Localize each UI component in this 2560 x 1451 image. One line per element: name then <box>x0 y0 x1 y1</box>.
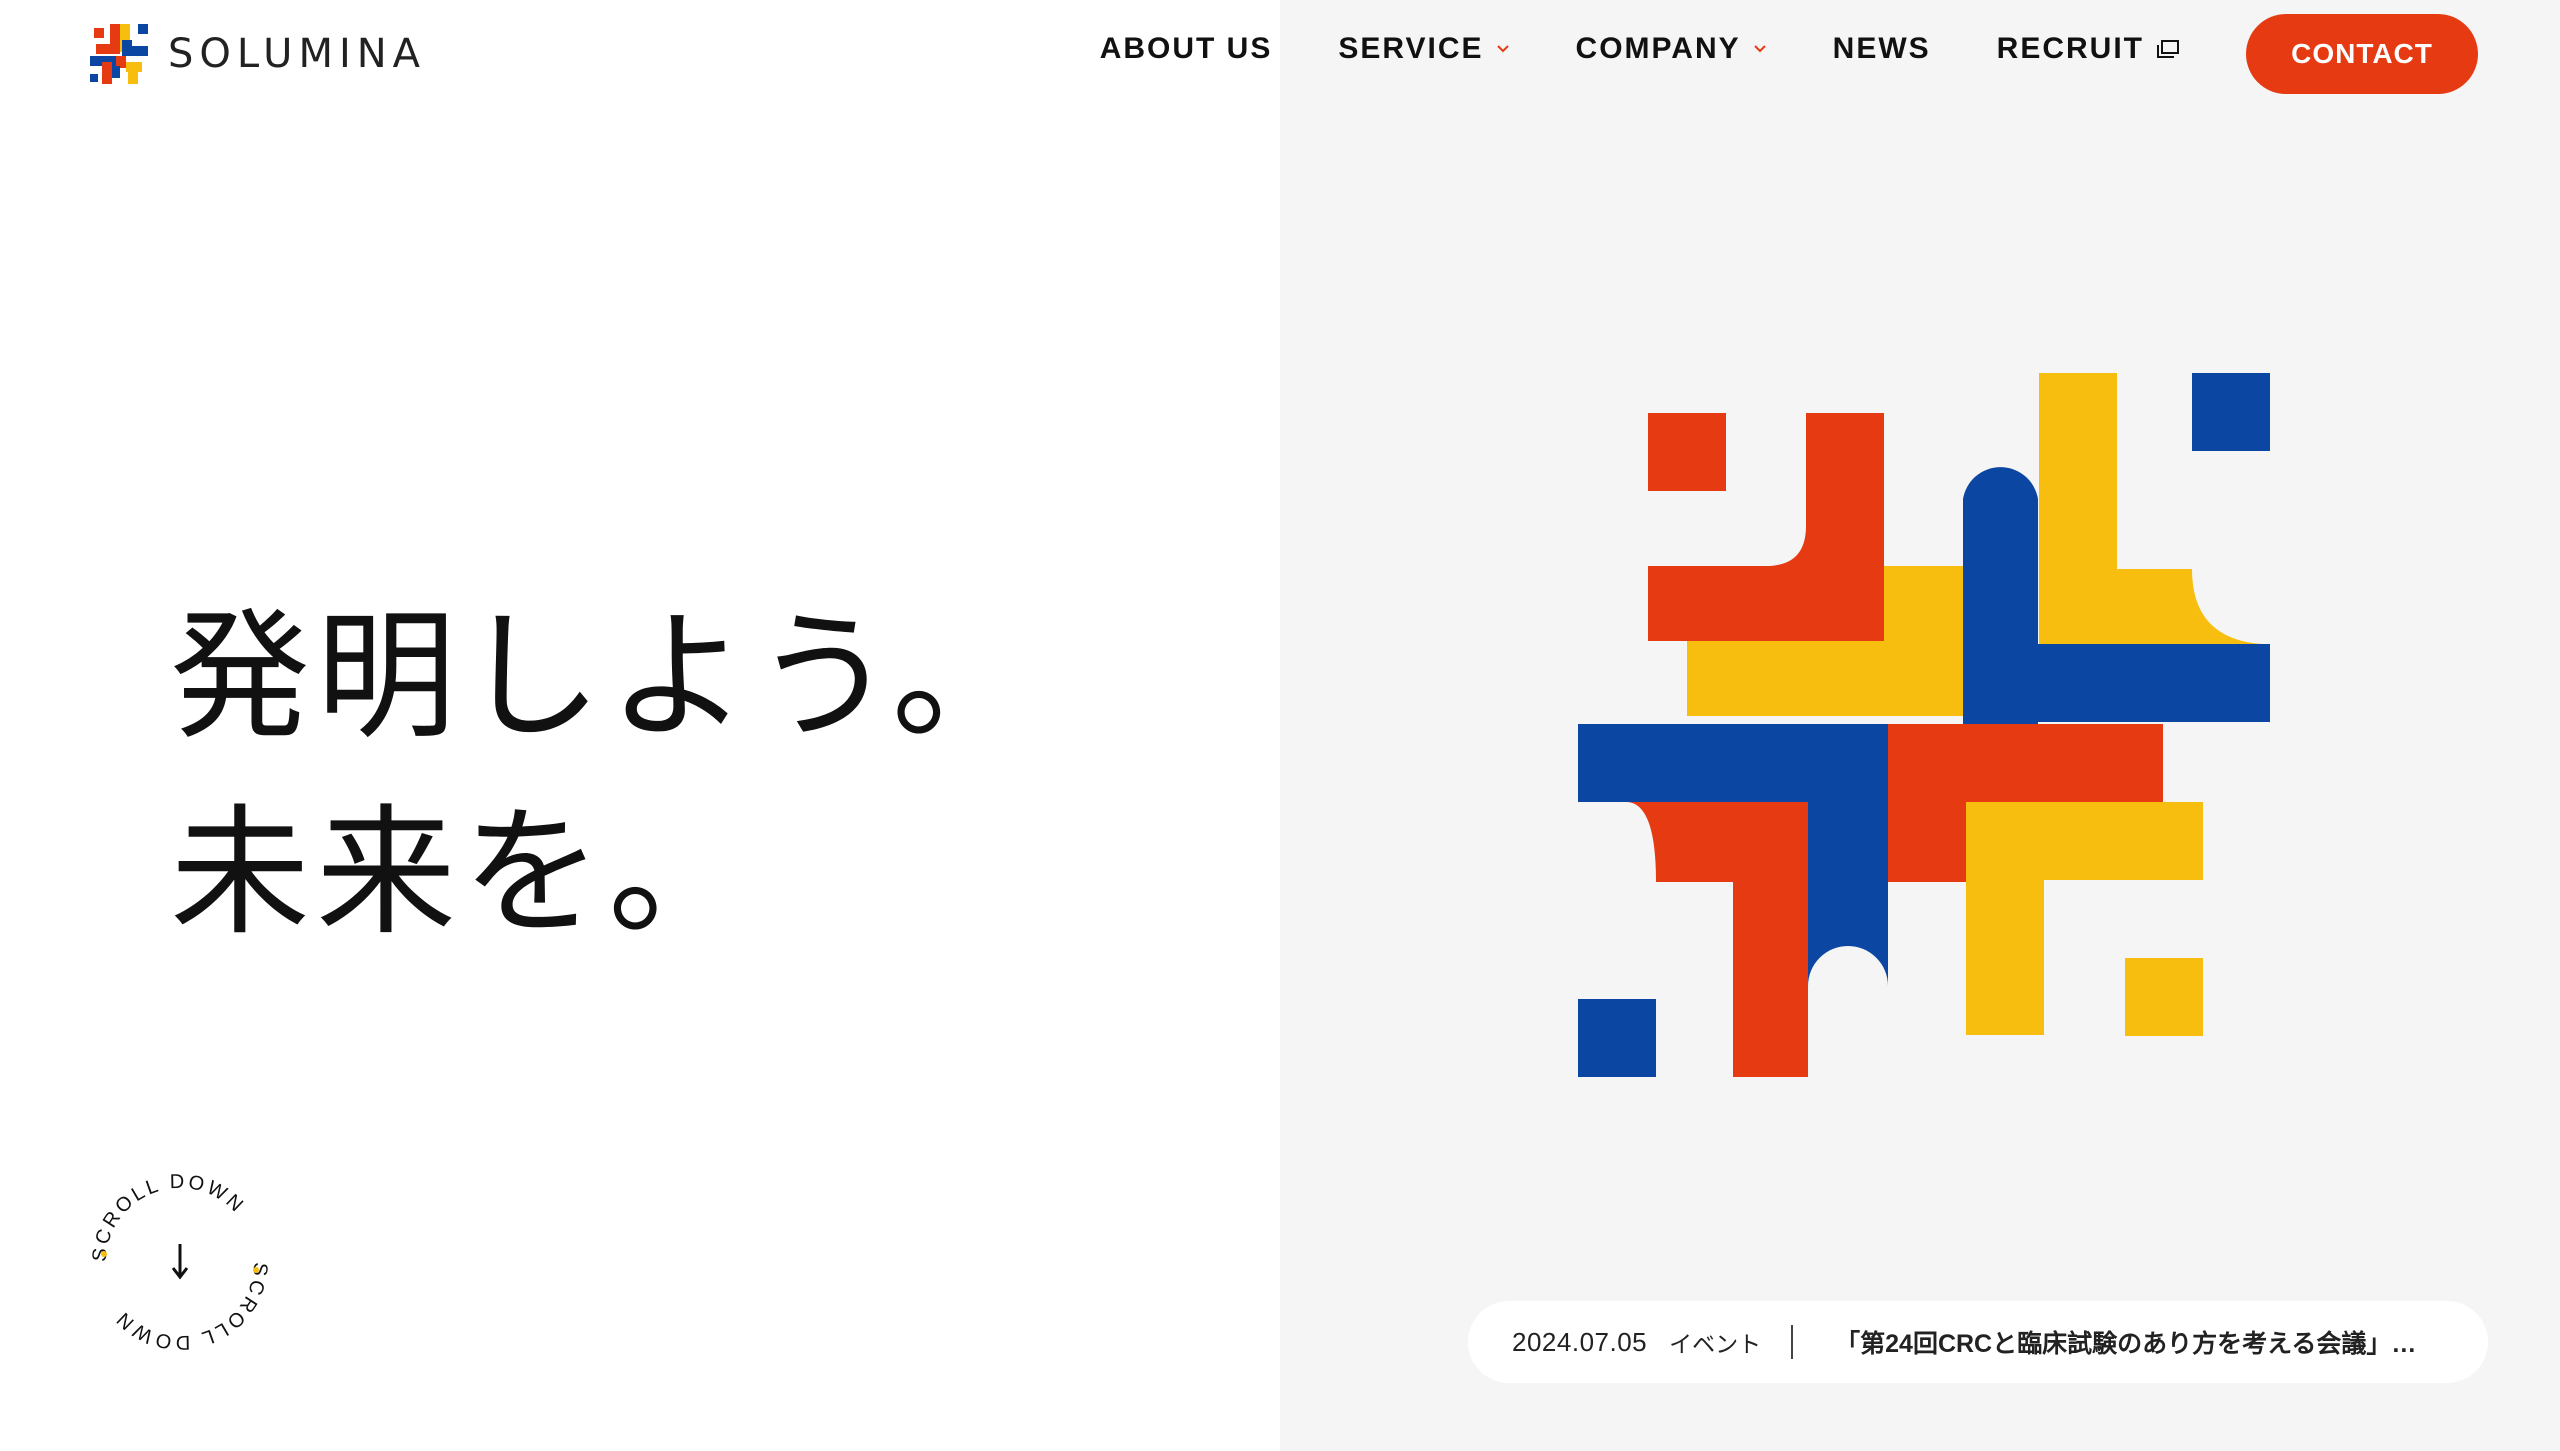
hero-copy: 発明しよう。 未来を。 <box>170 580 1038 972</box>
hero-line-2: 未来を。 <box>170 792 755 955</box>
nav-service-label: SERVICE <box>1338 32 1484 65</box>
main-nav: ABOUT US SERVICE COMPANY NEWS RECRUIT <box>1100 32 2180 66</box>
arrow-down-icon <box>171 1244 189 1280</box>
nav-about-us-label: ABOUT US <box>1099 32 1273 65</box>
chevron-down-icon <box>1753 45 1766 53</box>
scroll-label-bottom: SCROLL DOWN <box>111 1261 269 1352</box>
nav-about-us[interactable]: ABOUT US <box>1100 32 1273 66</box>
news-divider <box>1791 1325 1794 1359</box>
scroll-label-top: SCROLL DOWN <box>90 1172 246 1263</box>
site-logo[interactable]: SOLUMINA <box>88 22 426 86</box>
hero-line-1: 発明しよう。 <box>170 596 1038 759</box>
nav-company-label: COMPANY <box>1575 32 1741 65</box>
external-link-icon <box>2157 40 2179 58</box>
news-title: 「第24回CRCと臨床試験のあり方を考える会議」… <box>1835 1330 2417 1358</box>
nav-company[interactable]: COMPANY <box>1576 32 1767 66</box>
contact-button[interactable]: CONTACT <box>2246 14 2478 94</box>
hero-logo-artwork <box>1578 373 2270 1077</box>
scroll-down-indicator[interactable]: SCROLL DOWN SCROLL DOWN <box>90 1172 270 1352</box>
page: SOLUMINA ABOUT US SERVICE COMPANY NEWS R… <box>0 0 2560 1451</box>
logo-text: SOLUMINA <box>168 31 427 77</box>
nav-news[interactable]: NEWS <box>1833 32 1931 66</box>
news-category: イベント <box>1669 1331 1762 1357</box>
news-ticker[interactable]: 2024.07.05 イベント 「第24回CRCと臨床試験のあり方を考える会議」… <box>1468 1301 2488 1383</box>
svg-text:SCROLL DOWN: SCROLL DOWN <box>90 1172 249 1263</box>
nav-news-label: NEWS <box>1832 32 1931 65</box>
chevron-down-icon <box>1496 45 1509 53</box>
nav-recruit-label: RECRUIT <box>1996 32 2144 65</box>
news-date: 2024.07.05 <box>1512 1326 1648 1357</box>
nav-service[interactable]: SERVICE <box>1338 32 1509 66</box>
logo-mark-icon <box>90 24 148 84</box>
nav-recruit[interactable]: RECRUIT <box>1997 32 2180 66</box>
svg-text:SCROLL DOWN: SCROLL DOWN <box>111 1261 270 1352</box>
